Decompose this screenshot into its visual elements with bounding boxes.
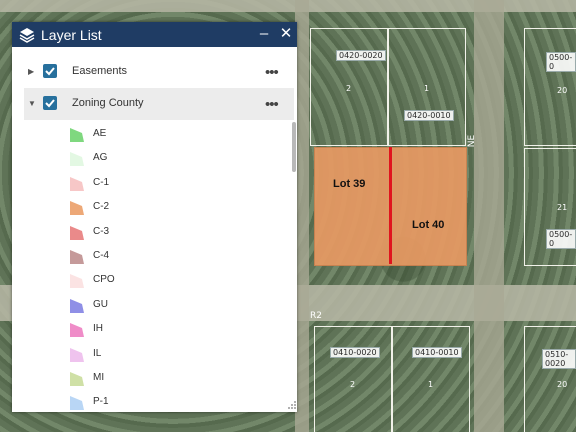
collapse-arrow-icon[interactable]: ▼: [28, 99, 36, 108]
parcel-number: 20: [557, 86, 568, 95]
layer-list-panel: Layer List – ✕ ▶ Easements ••• ▼ Zoning …: [12, 22, 297, 412]
legend-label: IL: [93, 347, 102, 359]
parcel-id-label: 0500-0: [546, 52, 576, 72]
layers-icon: [19, 27, 35, 43]
parcel[interactable]: [524, 28, 576, 146]
legend-swatch-icon: [70, 396, 84, 411]
legend-label: MI: [93, 372, 105, 383]
legend-label: AG: [93, 152, 108, 164]
more-options-button[interactable]: •••: [265, 96, 279, 113]
legend-swatch-icon: [70, 323, 84, 338]
legend-item: C-3: [68, 221, 208, 245]
layer-label: Zoning County: [72, 97, 144, 109]
more-options-button[interactable]: •••: [265, 64, 279, 81]
legend-item: AG: [68, 147, 208, 171]
legend-label: C-3: [93, 225, 110, 237]
parcel[interactable]: [314, 326, 392, 432]
legend-label: C-4: [93, 250, 110, 261]
parcel-number: 20: [557, 380, 568, 389]
parcel-id-label: 0500-0: [546, 229, 576, 249]
legend-label: GU: [93, 298, 108, 310]
legend-item: MI: [68, 367, 208, 391]
panel-header: Layer List – ✕: [12, 22, 297, 47]
resize-handle-icon[interactable]: [287, 400, 297, 410]
legend-item: AE: [68, 123, 208, 147]
legend-item: IL: [68, 343, 208, 367]
legend-label: C-1: [93, 176, 110, 188]
legend-swatch-icon: [70, 347, 84, 362]
parcel-id-label: 0420-0010: [404, 110, 454, 121]
scrollbar[interactable]: [292, 122, 296, 172]
street-name: R2: [310, 311, 322, 321]
close-button[interactable]: ✕: [276, 24, 296, 44]
legend-swatch-icon: [70, 201, 84, 216]
legend-swatch-icon: [70, 152, 84, 167]
road: [295, 0, 309, 432]
layer-checkbox[interactable]: [43, 64, 57, 78]
legend-item: P-1: [68, 391, 208, 415]
legend-label: AE: [93, 128, 107, 139]
legend-swatch-icon: [70, 274, 84, 289]
layer-label: Easements: [72, 65, 128, 77]
parcel[interactable]: [392, 326, 470, 432]
layer-row-zoning-county[interactable]: ▼ Zoning County •••: [24, 88, 294, 120]
legend-swatch-icon: [70, 128, 84, 142]
parcel-id-label: 0510-0020: [542, 349, 576, 369]
panel-title: Layer List: [41, 27, 102, 43]
street-name: NE: [467, 134, 478, 148]
parcel-number: 2: [350, 380, 356, 389]
legend-swatch-icon: [70, 176, 84, 191]
legend-swatch-icon: [70, 372, 84, 386]
legend-label: IH: [93, 323, 103, 335]
parcel-id-label: 0410-0020: [330, 347, 380, 358]
minimize-button[interactable]: –: [254, 24, 274, 44]
legend-label: CPO: [93, 274, 115, 286]
legend-label: P-1: [93, 396, 109, 408]
expand-arrow-icon[interactable]: ▶: [28, 67, 34, 76]
legend-item: CPO: [68, 269, 208, 293]
parcel[interactable]: [524, 326, 576, 432]
legend-swatch-icon: [70, 225, 84, 240]
parcel-number: 21: [557, 203, 568, 212]
lot-label: Lot 40: [412, 219, 445, 231]
parcel-number: 2: [346, 84, 352, 93]
parcel-number: 1: [424, 84, 430, 93]
parcel-id-label: 0410-0010: [412, 347, 462, 358]
legend-swatch-icon: [70, 250, 84, 264]
road: [474, 0, 504, 432]
legend-label: C-2: [93, 201, 110, 213]
legend-item: IH: [68, 318, 208, 342]
layer-row-easements[interactable]: ▶ Easements •••: [24, 56, 294, 88]
layer-checkbox[interactable]: [43, 96, 57, 110]
legend-item: C-4: [68, 245, 208, 269]
lot-label: Lot 39: [333, 178, 366, 190]
legend-item: GU: [68, 294, 208, 318]
legend-item: C-1: [68, 172, 208, 196]
parcel-id-label: 0420-0020: [336, 50, 386, 61]
parcel-number: 1: [428, 380, 434, 389]
legend-swatch-icon: [70, 298, 84, 313]
legend-item: C-2: [68, 196, 208, 220]
lot-divider-line: [389, 147, 392, 264]
